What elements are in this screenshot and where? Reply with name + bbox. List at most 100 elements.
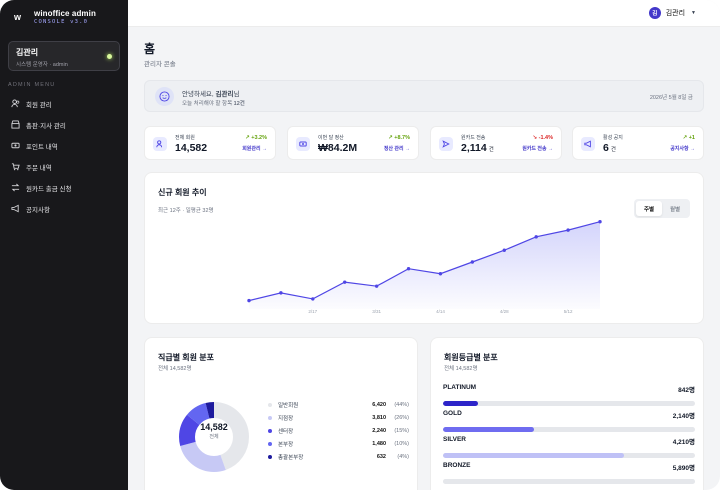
welcome-todo: 오늘 처리해야 할 항목 12건	[182, 101, 245, 107]
rank-card: 직급별 회원 분포 전체 14,582명 14,582 전체 일반회원 6,420…	[144, 337, 418, 490]
cart-icon	[10, 162, 20, 172]
avatar: 김	[648, 7, 661, 19]
sidebar-menu: 회원 관리 총판·지사 관리 포인트 내역 주문 내역 원카드 출금 신청 공지…	[8, 93, 120, 219]
users-icon	[10, 99, 20, 109]
trend-point[interactable]	[374, 284, 379, 288]
x-tick-label: 4/14	[436, 309, 445, 314]
sidebar-item-label: 포인트 내역	[26, 143, 58, 151]
money-icon	[10, 141, 20, 151]
legend-swatch	[268, 455, 272, 459]
rank-title: 직급별 회원 분포	[158, 353, 214, 362]
trend-point[interactable]	[406, 267, 411, 271]
smile-icon	[155, 87, 174, 106]
stat-value: 14,582	[175, 142, 208, 154]
stat-value: 2,114 건	[461, 142, 494, 154]
legend-item: 총괄본부장 632 (4%)	[268, 451, 409, 463]
chevron-down-icon: ▼	[691, 10, 696, 16]
sidebar-item-label: 회원 관리	[26, 101, 52, 109]
stat-card-notices: 활성 공지 6건 ↗ +1 공지사항 →	[572, 126, 704, 160]
page-subtitle: 관리자 콘솔	[144, 61, 176, 68]
sidebar-item-label: 주문 내역	[26, 164, 52, 172]
x-tick-label: 2/17	[308, 309, 317, 314]
brand-name: winoffice admin	[34, 9, 96, 18]
trend-point[interactable]	[343, 280, 347, 284]
sidebar-item-notices[interactable]: 공지사항	[8, 198, 120, 219]
megaphone-icon	[10, 204, 20, 214]
sidebar-item-points[interactable]: 포인트 내역	[8, 135, 120, 156]
sidebar-item-label: 원카드 출금 신청	[26, 185, 72, 193]
current-date: 2026년 5월 8일 금	[649, 95, 693, 101]
stat-label: 원카드 전송	[461, 135, 486, 141]
progress-fill	[443, 479, 695, 484]
trend-point[interactable]	[438, 272, 443, 276]
stat-value: 6건	[603, 142, 616, 154]
grade-row-silver: SILVER 4,210명	[443, 436, 695, 458]
stat-card-onecard: 원카드 전송 2,114 건 ↘ -1.4% 원카드 전송 →	[430, 126, 562, 160]
legend-item: 일반회원 6,420 (44%)	[268, 399, 409, 411]
sidebar-item-orders[interactable]: 주문 내역	[8, 156, 120, 177]
stat-delta: ↗ +8.7%	[388, 135, 410, 141]
welcome-greeting: 안녕하세요, 김관리님	[182, 91, 240, 98]
trend-point[interactable]	[470, 260, 475, 264]
donut-total: 14,582	[200, 422, 228, 432]
sidebar-item-members[interactable]: 회원 관리	[8, 93, 120, 114]
trend-point[interactable]	[502, 248, 506, 252]
sidebar-item-branches[interactable]: 총판·지사 관리	[8, 114, 120, 135]
stat-label: 이번 달 정산	[318, 135, 344, 141]
grade-title: 회원등급별 분포	[444, 353, 498, 362]
trend-point[interactable]	[566, 228, 570, 232]
progress-track	[443, 427, 695, 432]
stat-label: 전체 회원	[175, 135, 195, 141]
trend-down-icon: ↘	[532, 135, 538, 141]
rank-subtitle: 전체 14,582명	[158, 366, 192, 372]
sidebar-user-card[interactable]: 김관리 시스템 운영자 · admin	[8, 41, 120, 71]
stat-value: ₩84.2M	[318, 142, 358, 154]
trend-up-icon: ↗	[245, 135, 250, 141]
stat-card-members: 전체 회원 14,582 ↗ +3.2% 회원관리 →	[144, 126, 276, 160]
trend-point[interactable]	[311, 297, 315, 301]
main-content: 김 김관리 ▼ 홈 관리자 콘솔 안녕하세요, 김관리님 오늘 처리해야 할 항…	[128, 0, 720, 490]
trend-point[interactable]	[279, 291, 283, 295]
x-tick-label: 5/12	[564, 309, 573, 314]
trend-chart: 2/17 3/31 4/14 4/28 5/12	[247, 220, 602, 314]
sidebar-item-withdrawals[interactable]: 원카드 출금 신청	[8, 177, 120, 198]
sidebar-user-name: 김관리	[16, 48, 39, 57]
donut-total-label: 전체	[209, 434, 219, 440]
trend-point[interactable]	[598, 220, 602, 224]
grade-subtitle: 전체 14,582명	[444, 366, 478, 372]
stat-link[interactable]: 정산 관리 →	[384, 145, 410, 152]
stat-delta: ↘ -1.4%	[532, 135, 553, 141]
trend-up-icon: ↗	[682, 135, 688, 141]
stat-delta: ↗ +1	[682, 135, 695, 141]
account-menu[interactable]: 김 김관리 ▼	[648, 7, 696, 19]
page-title: 홈	[144, 42, 156, 56]
trend-point[interactable]	[534, 235, 538, 239]
sidebar: w winoffice admin CONSOLE v3.0 김관리 시스템 운…	[0, 0, 128, 490]
grade-row-bronze: BRONZE 5,890명	[443, 462, 695, 484]
logo[interactable]: w winoffice admin CONSOLE v3.0	[14, 9, 96, 25]
stat-label: 활성 공지	[603, 135, 623, 141]
menu-section-title: ADMIN MENU	[8, 82, 56, 88]
stat-link[interactable]: 공지사항 →	[670, 145, 695, 152]
money-icon	[296, 137, 310, 151]
legend-item: 지점장 3,810 (26%)	[268, 412, 409, 424]
legend-item: 센터장 2,240 (15%)	[268, 425, 409, 437]
grade-row-gold: GOLD 2,140명	[443, 410, 695, 432]
stat-link[interactable]: 원카드 전송 →	[522, 145, 553, 152]
sidebar-item-label: 공지사항	[26, 206, 50, 214]
progress-fill	[443, 427, 534, 432]
progress-fill	[443, 401, 479, 406]
account-name: 김관리	[665, 10, 686, 17]
progress-track	[443, 401, 695, 406]
legend-swatch	[268, 416, 272, 420]
online-status-icon	[107, 54, 112, 59]
send-icon	[439, 137, 453, 151]
stat-delta: ↗ +3.2%	[245, 135, 267, 141]
stat-link[interactable]: 회원관리 →	[242, 145, 267, 152]
todo-count: 12건	[233, 101, 245, 107]
legend-swatch	[268, 403, 272, 407]
trend-up-icon: ↗	[388, 135, 393, 141]
grade-row-platinum: PLATINUM 842명	[443, 384, 695, 406]
trend-point[interactable]	[247, 298, 251, 303]
donut-center: 14,582 전체	[169, 422, 259, 440]
